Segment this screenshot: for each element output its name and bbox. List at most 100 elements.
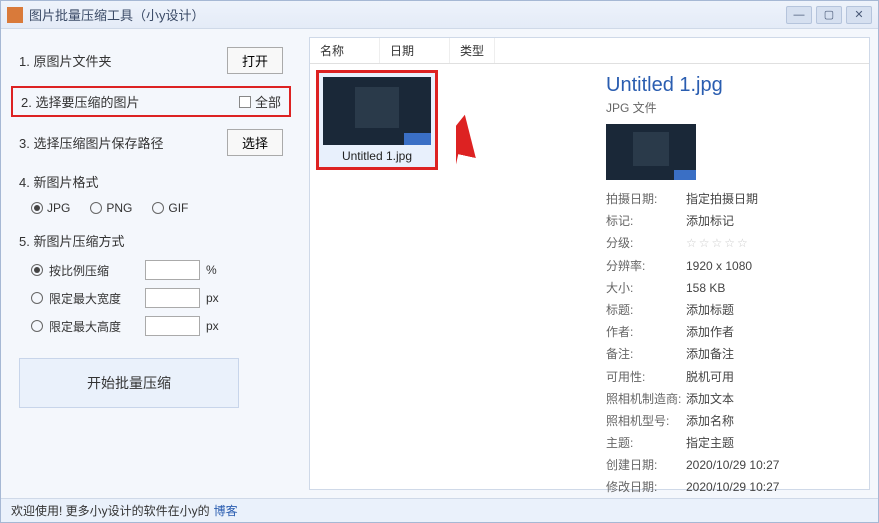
details-thumbnail <box>606 124 696 180</box>
step2-highlight: 2. 选择要压缩的图片 全部 <box>11 86 291 117</box>
blog-link[interactable]: 博客 <box>214 502 238 519</box>
properties-list: 拍摄日期:指定拍摄日期标记:添加标记分级:☆☆☆☆☆分辨率:1920 x 108… <box>606 190 853 498</box>
property-label: 照相机制造商: <box>606 390 686 409</box>
details-title: Untitled 1.jpg <box>606 74 853 97</box>
property-value[interactable]: 脱机可用 <box>686 368 734 387</box>
property-row: 标题:添加标题 <box>606 301 853 320</box>
property-label: 主题: <box>606 434 686 453</box>
radio-icon <box>152 202 164 214</box>
property-value[interactable]: 添加标题 <box>686 301 734 320</box>
property-value[interactable]: 添加名称 <box>686 412 734 431</box>
property-label: 分辨率: <box>606 257 686 276</box>
method2-input[interactable] <box>145 288 200 308</box>
property-label: 拍摄日期: <box>606 190 686 209</box>
method1-radio[interactable] <box>31 264 43 276</box>
thumbnail-name: Untitled 1.jpg <box>323 149 431 163</box>
format-png[interactable]: PNG <box>90 201 132 215</box>
property-row: 创建日期:2020/10/29 10:27 <box>606 456 853 475</box>
method3-row: 限定最大高度 px <box>31 316 283 336</box>
property-row: 照相机制造商:添加文本 <box>606 390 853 409</box>
col-type[interactable]: 类型 <box>450 38 495 63</box>
choose-path-button[interactable]: 选择 <box>227 129 283 156</box>
minimize-button[interactable]: — <box>786 6 812 24</box>
property-label: 备注: <box>606 345 686 364</box>
thumbnail-item[interactable]: Untitled 1.jpg <box>316 70 438 170</box>
property-label: 创建日期: <box>606 456 686 475</box>
open-folder-button[interactable]: 打开 <box>227 47 283 74</box>
format-jpg[interactable]: JPG <box>31 201 70 215</box>
property-value[interactable]: 添加文本 <box>686 390 734 409</box>
property-value[interactable]: 添加备注 <box>686 345 734 364</box>
maximize-button[interactable]: ▢ <box>816 6 842 24</box>
property-row: 备注:添加备注 <box>606 345 853 364</box>
step2-label: 2. 选择要压缩的图片 <box>21 92 235 111</box>
method3-input[interactable] <box>145 316 200 336</box>
footer: 欢迎使用! 更多小y设计的软件在小y的 博客 <box>1 498 878 522</box>
property-value[interactable]: 添加作者 <box>686 323 734 342</box>
property-label: 可用性: <box>606 368 686 387</box>
details-subtitle: JPG 文件 <box>606 99 853 116</box>
start-compress-button[interactable]: 开始批量压缩 <box>19 358 239 408</box>
property-value[interactable]: ☆☆☆☆☆ <box>686 234 750 253</box>
property-value[interactable]: 2020/10/29 10:27 <box>686 478 779 497</box>
property-row: 分级:☆☆☆☆☆ <box>606 234 853 253</box>
property-value[interactable]: 指定主题 <box>686 434 734 453</box>
col-name[interactable]: 名称 <box>310 38 380 63</box>
close-button[interactable]: ✕ <box>846 6 872 24</box>
property-row: 可用性:脱机可用 <box>606 368 853 387</box>
format-radio-group: JPG PNG GIF <box>31 201 283 215</box>
property-value[interactable]: 指定拍摄日期 <box>686 190 758 209</box>
property-label: 分级: <box>606 234 686 253</box>
step3-label: 3. 选择压缩图片保存路径 <box>19 133 227 152</box>
property-value[interactable]: 158 KB <box>686 279 725 298</box>
step2-row: 2. 选择要压缩的图片 全部 <box>21 92 281 111</box>
method1-unit: % <box>206 263 217 277</box>
window-title: 图片批量压缩工具（小y设计） <box>29 5 786 24</box>
content-area: 1. 原图片文件夹 打开 2. 选择要压缩的图片 全部 3. 选择压缩图片保存路… <box>1 29 878 498</box>
property-row: 作者:添加作者 <box>606 323 853 342</box>
titlebar: 图片批量压缩工具（小y设计） — ▢ ✕ <box>1 1 878 29</box>
radio-icon <box>90 202 102 214</box>
step1-row: 1. 原图片文件夹 打开 <box>19 47 283 74</box>
property-label: 大小: <box>606 279 686 298</box>
property-row: 修改日期:2020/10/29 10:27 <box>606 478 853 497</box>
file-browser: 名称 日期 类型 Untitled 1.jpg Untitled 1.jpg J… <box>309 37 870 490</box>
property-row: 照相机型号:添加名称 <box>606 412 853 431</box>
property-label: 修改日期: <box>606 478 686 497</box>
property-label: 照相机型号: <box>606 412 686 431</box>
property-value[interactable]: 2020/10/29 10:27 <box>686 456 779 475</box>
property-value[interactable]: 添加标记 <box>686 212 734 231</box>
col-date[interactable]: 日期 <box>380 38 450 63</box>
method2-row: 限定最大宽度 px <box>31 288 283 308</box>
property-label: 标记: <box>606 212 686 231</box>
method1-label: 按比例压缩 <box>49 262 139 279</box>
property-row: 分辨率:1920 x 1080 <box>606 257 853 276</box>
method3-label: 限定最大高度 <box>49 318 139 335</box>
property-row: 主题:指定主题 <box>606 434 853 453</box>
property-label: 作者: <box>606 323 686 342</box>
method2-label: 限定最大宽度 <box>49 290 139 307</box>
method1-row: 按比例压缩 % <box>31 260 283 280</box>
step3-row: 3. 选择压缩图片保存路径 选择 <box>19 129 283 156</box>
details-pane: Untitled 1.jpg JPG 文件 拍摄日期:指定拍摄日期标记:添加标记… <box>590 64 869 498</box>
property-row: 标记:添加标记 <box>606 212 853 231</box>
method1-input[interactable] <box>145 260 200 280</box>
method2-radio[interactable] <box>31 292 43 304</box>
property-value[interactable]: 1920 x 1080 <box>686 257 752 276</box>
list-header: 名称 日期 类型 <box>310 38 869 64</box>
property-row: 拍摄日期:指定拍摄日期 <box>606 190 853 209</box>
method3-radio[interactable] <box>31 320 43 332</box>
format-gif[interactable]: GIF <box>152 201 188 215</box>
method3-unit: px <box>206 319 219 333</box>
footer-text: 欢迎使用! 更多小y设计的软件在小y的 <box>11 502 210 519</box>
section5-title: 5. 新图片压缩方式 <box>19 231 283 250</box>
list-body: Untitled 1.jpg Untitled 1.jpg JPG 文件 拍摄日… <box>310 64 869 498</box>
method2-unit: px <box>206 291 219 305</box>
window-controls: — ▢ ✕ <box>786 6 872 24</box>
property-row: 大小:158 KB <box>606 279 853 298</box>
select-all-label: 全部 <box>255 92 281 111</box>
step1-label: 1. 原图片文件夹 <box>19 51 227 70</box>
select-all-checkbox[interactable] <box>239 96 251 108</box>
app-window: 图片批量压缩工具（小y设计） — ▢ ✕ 1. 原图片文件夹 打开 2. 选择要… <box>0 0 879 523</box>
radio-icon <box>31 202 43 214</box>
